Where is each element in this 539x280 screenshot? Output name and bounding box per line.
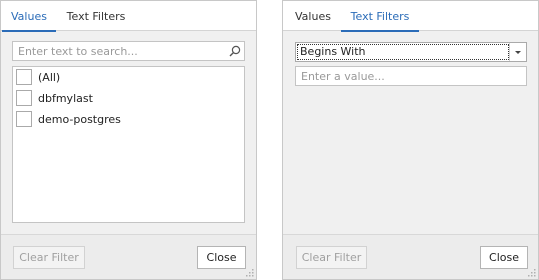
chevron-down-icon — [515, 50, 521, 54]
tab-values-label: Values — [11, 10, 47, 23]
close-button[interactable]: Close — [480, 246, 528, 269]
operator-selected-value: Begins With — [297, 44, 509, 60]
text-filter-popup: Values Text Filters Begins With Clear Fi… — [282, 0, 539, 280]
button-bar: Clear Filter Close — [283, 234, 538, 279]
tab-text-filters[interactable]: Text Filters — [341, 1, 419, 32]
tab-text-filters-label: Text Filters — [350, 10, 410, 23]
search-icon[interactable] — [229, 45, 241, 57]
list-item-label: dbfmylast — [38, 91, 93, 105]
list-item[interactable]: dbfmylast — [16, 88, 93, 108]
operator-dropdown[interactable]: Begins With — [295, 42, 527, 62]
search-field — [12, 41, 245, 61]
list-item-label: demo-postgres — [38, 112, 121, 126]
resize-grip-icon[interactable] — [245, 268, 254, 277]
filter-value-input[interactable] — [296, 67, 524, 85]
button-bar: Clear Filter Close — [1, 234, 256, 279]
tab-bar: Values Text Filters — [283, 1, 538, 32]
checkbox[interactable] — [16, 111, 32, 127]
dropdown-button[interactable] — [509, 43, 526, 61]
search-input[interactable] — [13, 42, 223, 60]
list-item-all[interactable]: (All) — [16, 67, 60, 87]
checkbox[interactable] — [16, 90, 32, 106]
filter-value-field — [295, 66, 527, 86]
close-button[interactable]: Close — [197, 246, 246, 269]
list-item-label: (All) — [38, 70, 61, 84]
list-item[interactable]: demo-postgres — [16, 109, 121, 129]
tab-values[interactable]: Values — [2, 1, 56, 32]
tab-values-label: Values — [295, 10, 331, 23]
checkbox[interactable] — [16, 69, 32, 85]
tab-values[interactable]: Values — [287, 1, 339, 31]
values-filter-popup: Values Text Filters (All) dbfmylast demo… — [0, 0, 257, 280]
clear-filter-button[interactable]: Clear Filter — [13, 246, 85, 269]
tab-text-filters[interactable]: Text Filters — [58, 1, 134, 31]
resize-grip-icon[interactable] — [527, 268, 536, 277]
values-list: (All) dbfmylast demo-postgres — [12, 66, 245, 223]
tab-bar: Values Text Filters — [1, 1, 256, 32]
active-tab-indicator — [341, 30, 419, 32]
clear-filter-button[interactable]: Clear Filter — [296, 246, 367, 269]
active-tab-indicator — [2, 30, 56, 32]
tab-text-filters-label: Text Filters — [66, 10, 126, 23]
